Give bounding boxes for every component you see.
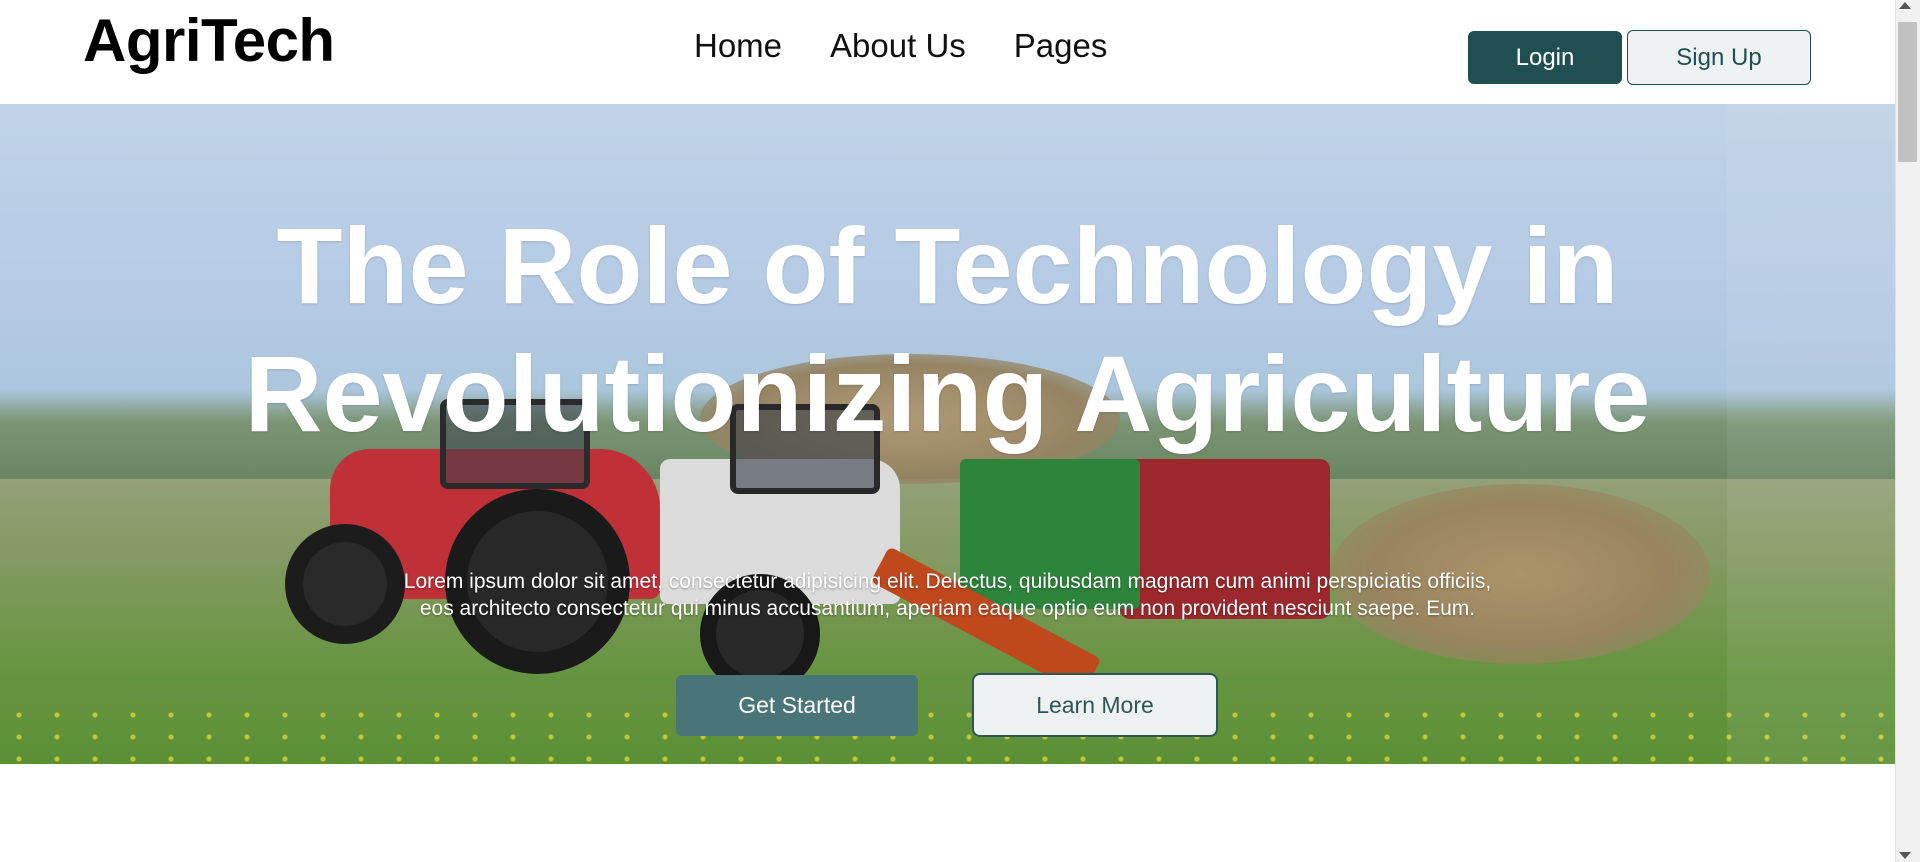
hero-title-line2: Revolutionizing Agriculture [244,333,1651,454]
hero-section: The Role of Technology in Revolutionizin… [0,104,1895,764]
hero-title-line1: The Role of Technology in [276,205,1619,326]
site-header: AgriTech Home About Us Pages Login Sign … [0,0,1895,104]
nav-home-link[interactable]: Home [694,27,782,65]
learn-more-button[interactable]: Learn More [972,673,1218,737]
scrollbar-thumb[interactable] [1898,22,1917,162]
nav-about-link[interactable]: About Us [830,27,966,65]
main-nav: Home About Us Pages [694,27,1107,65]
hero-description: Lorem ipsum dolor sit amet, consectetur … [403,570,1492,620]
get-started-button[interactable]: Get Started [676,675,918,736]
page: AgriTech Home About Us Pages Login Sign … [0,0,1895,862]
scroll-down-arrow-icon[interactable] [1899,852,1911,859]
hero-title: The Role of Technology in Revolutionizin… [140,202,1755,458]
signup-button[interactable]: Sign Up [1627,30,1811,85]
logo[interactable]: AgriTech [83,6,335,75]
scroll-up-arrow-icon[interactable] [1899,2,1911,9]
nav-pages-link[interactable]: Pages [1014,27,1108,65]
login-button[interactable]: Login [1468,31,1622,84]
